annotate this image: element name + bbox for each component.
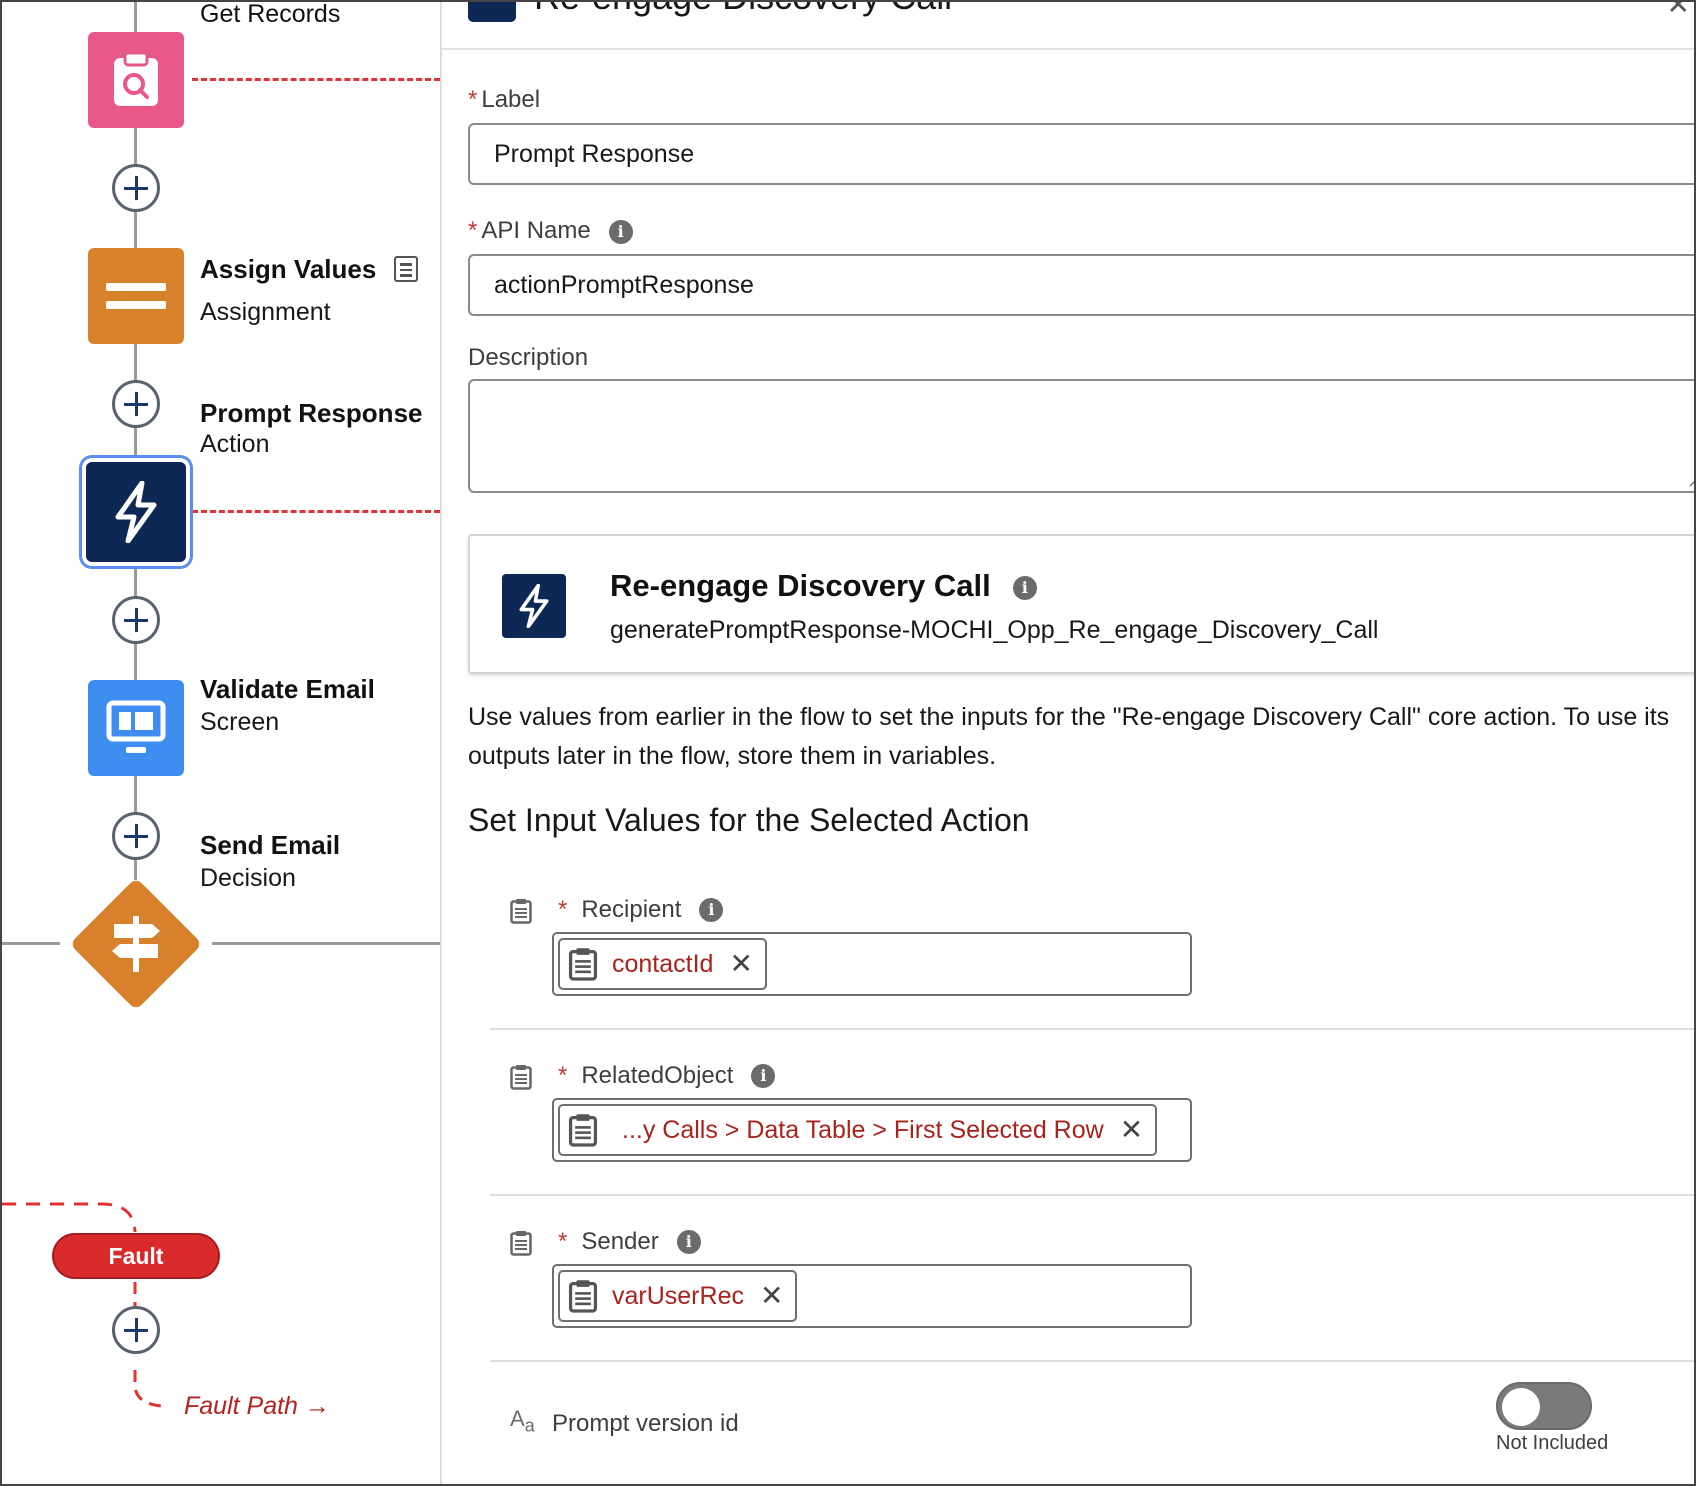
resource-pill: varUserRec ✕ — [558, 1270, 798, 1322]
screen: Get Records Assign Values Assignment Pro… — [0, 0, 1696, 1486]
toggle-state-label: Not Included — [1496, 1432, 1609, 1454]
add-element-button[interactable] — [112, 596, 160, 644]
resource-clipboard-icon — [568, 948, 598, 981]
required-marker: * — [468, 86, 478, 113]
selected-action-card: Re-engage Discovery Call i generatePrompt… — [468, 534, 1694, 674]
action-help-text: Use values from earlier in the flow to s… — [468, 703, 1670, 770]
action-title-text: Re-engage Discovery Call — [610, 568, 991, 603]
node-title-validate-email: Validate Email — [200, 674, 375, 704]
send-email-decision-node[interactable] — [69, 877, 203, 1011]
recipient-label-text: Recipient — [581, 896, 682, 923]
action-api-name: generatePromptResponse-MOCHI_Opp_Re_enga… — [610, 616, 1379, 644]
node-type-screen: Screen — [200, 708, 280, 736]
info-icon[interactable]: i — [1012, 575, 1037, 600]
add-fault-element-button[interactable] — [112, 1306, 160, 1354]
label-field-label: * Label — [468, 86, 540, 114]
info-icon[interactable]: i — [608, 219, 633, 244]
element-properties-panel: Re-engage Discovery Call ✕ *Label Prompt… — [440, 2, 1696, 1484]
node-title-send-email: Send Email — [200, 830, 341, 860]
get-records-node[interactable] — [88, 32, 184, 128]
add-element-button[interactable] — [112, 164, 160, 212]
section-title: Set Input Values for the Selected Action — [468, 802, 1030, 838]
divider — [490, 1194, 1694, 1196]
panel-header: Re-engage Discovery Call ✕ — [442, 2, 1694, 50]
node-title-get-records: Get Records — [200, 0, 341, 28]
node-title-prompt-response: Prompt Response — [200, 398, 423, 428]
resource-clipboard-icon — [568, 1114, 598, 1147]
include-toggle[interactable] — [1496, 1382, 1592, 1430]
add-element-button[interactable] — [112, 812, 160, 860]
required-marker: * — [558, 896, 568, 923]
toggle-knob — [1502, 1388, 1540, 1426]
label-field-text: Label — [481, 86, 541, 113]
required-marker: * — [558, 1228, 568, 1255]
node-type-decision: Decision — [200, 864, 296, 892]
sender-input[interactable]: varUserRec ✕ — [552, 1264, 1192, 1328]
close-icon[interactable]: ✕ — [1667, 2, 1690, 21]
required-marker: * — [468, 217, 478, 244]
divider — [490, 1028, 1694, 1030]
text-type-icon-sub: a — [524, 1415, 535, 1436]
text-type-icon: Aa — [510, 1406, 535, 1436]
sender-label-text: Sender — [581, 1228, 659, 1255]
label-input[interactable]: Prompt Response — [468, 123, 1694, 185]
divider — [490, 1360, 1694, 1362]
fault-connector — [192, 78, 440, 81]
fault-label[interactable]: Fault — [52, 1233, 220, 1279]
resource-name: ...y Calls > Data Table > First Selected… — [622, 1115, 1104, 1144]
decision-branch-line — [2, 942, 60, 945]
fault-connector — [192, 510, 440, 513]
remove-icon[interactable]: ✕ — [1120, 1116, 1143, 1144]
related-object-input[interactable]: ...y Calls > Data Table > First Selected… — [552, 1098, 1192, 1162]
description-field-label: Description — [468, 344, 589, 371]
info-icon[interactable]: i — [676, 1230, 701, 1254]
api-name-input[interactable]: actionPromptResponse — [468, 254, 1694, 316]
node-type-assignment: Assignment — [200, 298, 331, 326]
prompt-version-label: Prompt version id — [552, 1410, 739, 1437]
lightning-icon — [115, 481, 157, 543]
info-icon[interactable]: i — [751, 1064, 776, 1088]
flow-canvas[interactable]: Get Records Assign Values Assignment Pro… — [2, 0, 440, 1484]
connector-line — [134, 2, 137, 32]
description-note-icon[interactable] — [394, 256, 418, 282]
resource-name: contactId — [612, 949, 714, 978]
resource-pill: ...y Calls > Data Table > First Selected… — [558, 1104, 1158, 1156]
api-name-field-text: API Name — [481, 217, 591, 244]
add-element-button[interactable] — [112, 380, 160, 428]
panel-title: Re-engage Discovery Call — [534, 2, 952, 18]
node-type-action: Action — [200, 430, 270, 458]
resource-clipboard-icon — [568, 1280, 598, 1313]
monitor-icon — [106, 700, 166, 753]
remove-icon[interactable]: ✕ — [760, 1282, 783, 1310]
required-marker: * — [558, 1062, 568, 1089]
clipboard-search-icon — [114, 51, 158, 106]
sender-label: * Sender i — [510, 1228, 701, 1256]
info-icon[interactable]: i — [699, 898, 724, 922]
action-card-title: Re-engage Discovery Call i — [610, 568, 1037, 604]
related-object-label-text: RelatedObject — [581, 1062, 734, 1089]
decision-branch-line — [212, 942, 440, 945]
lightning-icon — [502, 574, 566, 638]
fault-path-connector — [2, 1202, 163, 1408]
assign-values-node[interactable] — [88, 248, 184, 344]
recipient-input[interactable]: contactId ✕ — [552, 932, 1192, 996]
validate-email-screen-node[interactable] — [88, 680, 184, 776]
resize-handle-icon[interactable] — [1688, 473, 1696, 487]
remove-icon[interactable]: ✕ — [729, 950, 752, 978]
resource-name: varUserRec — [612, 1281, 744, 1310]
signpost-icon — [112, 916, 160, 972]
node-title-assign-values: Assign Values — [200, 254, 377, 284]
text-type-icon-a: A — [510, 1406, 525, 1431]
action-header-icon — [468, 2, 516, 22]
recipient-label: * Recipient i — [510, 896, 724, 924]
equals-icon — [106, 283, 166, 309]
fault-path-label: Fault Path → — [184, 1392, 330, 1420]
api-name-field-label: * API Name i — [468, 217, 633, 245]
resource-pill: contactId ✕ — [558, 938, 767, 990]
related-object-label: * RelatedObject i — [510, 1062, 776, 1090]
prompt-response-action-node[interactable] — [86, 462, 186, 562]
description-textarea[interactable] — [468, 379, 1696, 493]
